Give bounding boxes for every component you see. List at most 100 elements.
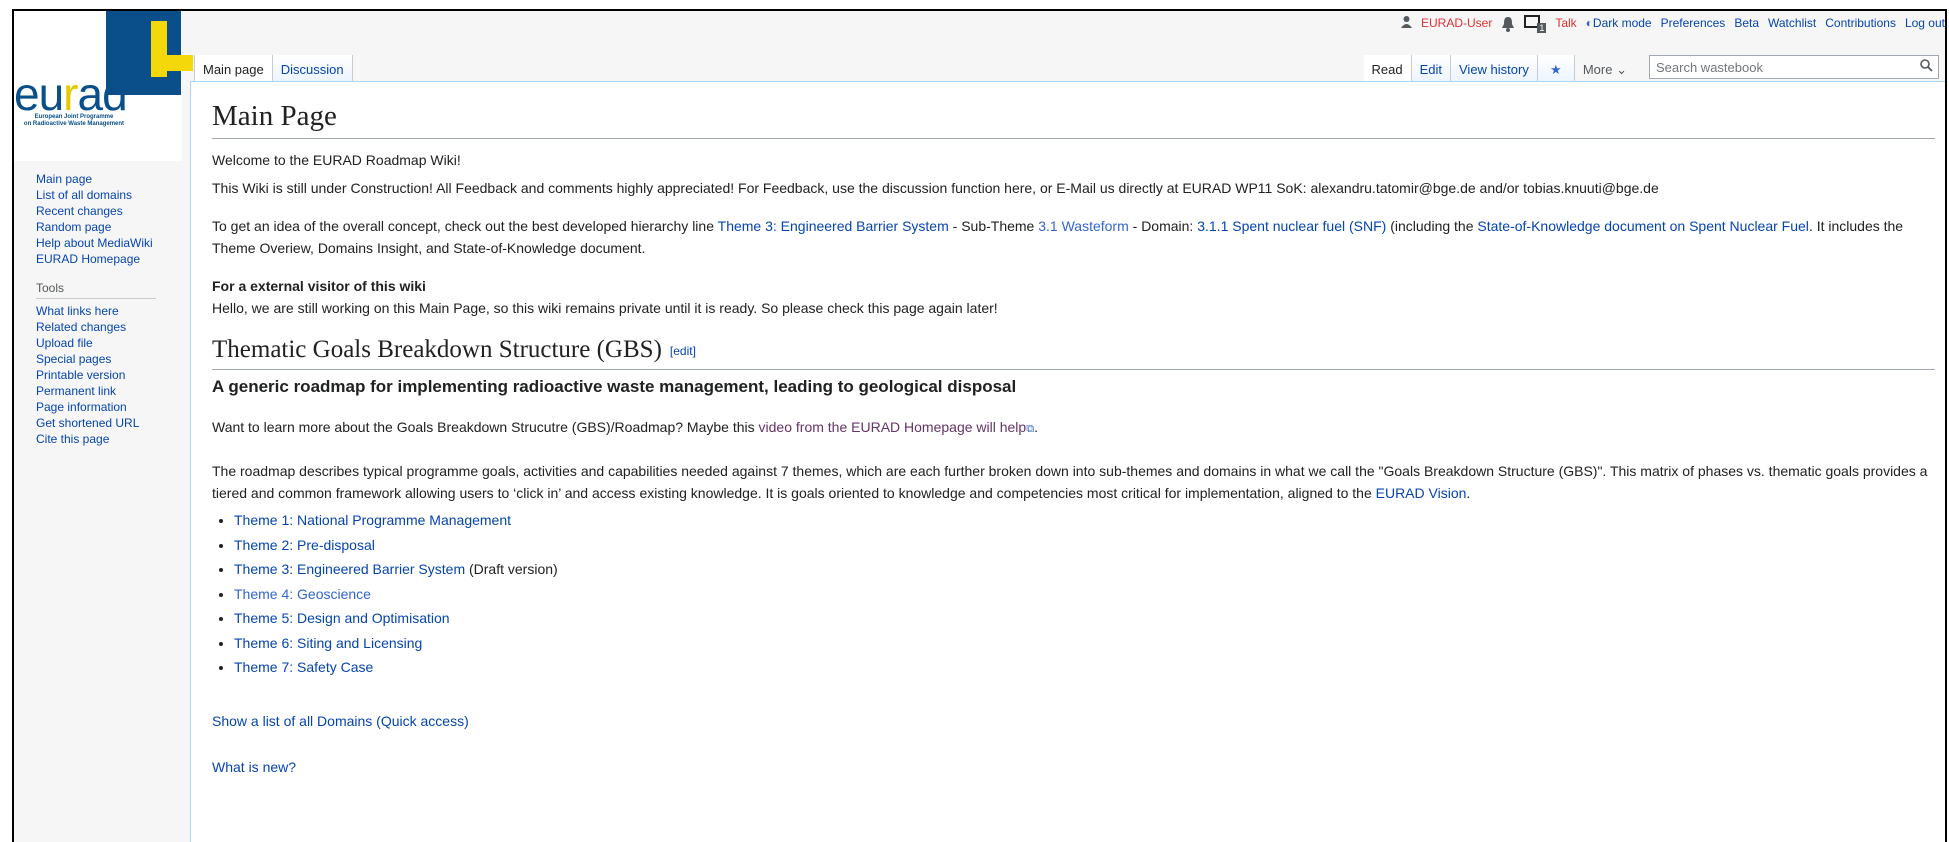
external-link-icon: ⧉ [1026, 423, 1035, 436]
sidebar-link-eurad-homepage[interactable]: EURAD Homepage [36, 252, 140, 266]
tab-view-history-label[interactable]: View history [1459, 62, 1529, 77]
theme-7-link[interactable]: Theme 7: Safety Case [234, 659, 373, 675]
tab-main-page[interactable]: Main page [194, 55, 273, 84]
eurad-vision-link[interactable]: EURAD Vision [1376, 485, 1467, 501]
sidebar-link-page-information[interactable]: Page information [36, 400, 127, 414]
more-menu-label: More [1582, 62, 1613, 77]
sidebar-item-recent-changes[interactable]: Recent changes [36, 203, 182, 219]
page-title: Main Page [212, 98, 1935, 139]
contributions-link[interactable]: Contributions [1825, 16, 1896, 30]
preferences-link[interactable]: Preferences [1661, 16, 1726, 30]
list-item: Theme 2: Pre-disposal [234, 533, 1935, 558]
sidebar-link-random-page[interactable]: Random page [36, 220, 111, 234]
user-page-link[interactable]: EURAD-User [1421, 16, 1492, 30]
search-icon[interactable] [1920, 59, 1933, 75]
sidebar-link-special-pages[interactable]: Special pages [36, 352, 111, 366]
tab-edit-label[interactable]: Edit [1420, 62, 1442, 77]
notification-bell-icon[interactable] [1501, 16, 1515, 32]
main-content: Main Page Welcome to the EURAD Roadmap W… [190, 81, 1945, 842]
dark-mode-link[interactable]: Dark mode [1593, 16, 1652, 30]
talk-link[interactable]: Talk [1555, 16, 1576, 30]
browser-frame: eurad European Joint Programme on Radioac… [12, 9, 1947, 842]
sidebar-link-upload-file[interactable]: Upload file [36, 336, 93, 350]
beta-link[interactable]: Beta [1734, 16, 1759, 30]
welcome-text: Welcome to the EURAD Roadmap Wiki! [212, 152, 461, 168]
sidebar-link-help[interactable]: Help about MediaWiki [36, 236, 153, 250]
video-external-link[interactable]: video from the EURAD Homepage will help [759, 419, 1027, 435]
dark-mode-toggle[interactable]: ◐Dark mode [1586, 16, 1652, 30]
tab-discussion-label[interactable]: Discussion [281, 62, 344, 77]
quick-access-paragraph: Show a list of all Domains (Quick access… [212, 710, 1935, 732]
sidebar-link-get-shortened-url[interactable]: Get shortened URL [36, 416, 139, 430]
sidebar-link-recent-changes[interactable]: Recent changes [36, 204, 123, 218]
list-item: Theme 1: National Programme Management [234, 508, 1935, 533]
learn-more-paragraph: Want to learn more about the Goals Break… [212, 419, 1038, 436]
sidebar-item-printable-version[interactable]: Printable version [36, 367, 182, 383]
wasteform-link[interactable]: 3.1 Wasteform [1038, 218, 1129, 234]
theme-1-link[interactable]: Theme 1: National Programme Management [234, 512, 511, 528]
sidebar-item-upload-file[interactable]: Upload file [36, 335, 182, 351]
theme-5-link[interactable]: Theme 5: Design and Optimisation [234, 610, 450, 626]
construction-notice: This Wiki is still under Construction! A… [212, 180, 1659, 196]
concept-paragraph: To get an idea of the overall concept, c… [212, 218, 1904, 256]
themes-list: Theme 1: National Programme Management T… [212, 508, 1935, 680]
logout-link[interactable]: Log out [1905, 16, 1945, 30]
list-item: Theme 6: Siting and Licensing [234, 631, 1935, 656]
sidebar-link-what-links-here[interactable]: What links here [36, 304, 119, 318]
gbs-subheading: A generic roadmap for implementing radio… [212, 377, 1017, 397]
sidebar-item-main-page[interactable]: Main page [36, 171, 182, 187]
sidebar-item-help[interactable]: Help about MediaWiki [36, 235, 182, 251]
sidebar-item-get-shortened-url[interactable]: Get shortened URL [36, 415, 182, 431]
dark-mode-icon: ◐ [1585, 16, 1593, 30]
sidebar-navigation: Main page List of all domains Recent cha… [14, 171, 182, 267]
sidebar-link-main-page[interactable]: Main page [36, 172, 92, 186]
sidebar-link-related-changes[interactable]: Related changes [36, 320, 126, 334]
theme-6-link[interactable]: Theme 6: Siting and Licensing [234, 635, 422, 651]
all-domains-quick-access-link[interactable]: Show a list of all Domains (Quick access… [212, 713, 469, 729]
sidebar-item-list-of-all-domains[interactable]: List of all domains [36, 187, 182, 203]
theme-4-link[interactable]: Theme 4: Geoscience [234, 586, 371, 602]
list-item: Theme 5: Design and Optimisation [234, 606, 1935, 631]
sidebar-item-page-information[interactable]: Page information [36, 399, 182, 415]
list-item: Theme 7: Safety Case [234, 655, 1935, 680]
logo-wordmark: eurad [14, 68, 128, 120]
gbs-section-heading: Thematic Goals Breakdown Structure (GBS)… [212, 335, 1935, 371]
edit-section-link[interactable]: [edit] [670, 344, 696, 358]
sidebar-item-random-page[interactable]: Random page [36, 219, 182, 235]
sidebar-item-related-changes[interactable]: Related changes [36, 319, 182, 335]
logo-subtitle: European Joint Programme on Radioactive W… [23, 114, 125, 127]
sok-snf-link[interactable]: State-of-Knowledge document on Spent Nuc… [1477, 218, 1809, 234]
watchlist-link[interactable]: Watchlist [1768, 16, 1816, 30]
list-item: Theme 4: Geoscience [234, 582, 1935, 607]
what-new-paragraph: What is new? [212, 756, 1935, 778]
site-logo[interactable]: eurad European Joint Programme on Radioac… [14, 11, 193, 161]
notices-icon[interactable]: 1 [1524, 15, 1547, 33]
theme-2-link[interactable]: Theme 2: Pre-disposal [234, 537, 375, 553]
sidebar-item-permanent-link[interactable]: Permanent link [36, 383, 182, 399]
sidebar: Main page List of all domains Recent cha… [14, 161, 182, 447]
user-icon [1400, 15, 1412, 31]
theme-3-link[interactable]: Theme 3: Engineered Barrier System [234, 561, 465, 577]
list-item: Theme 3: Engineered Barrier System (Draf… [234, 557, 1935, 582]
sidebar-tools: What links here Related changes Upload f… [14, 303, 182, 447]
what-is-new-link[interactable]: What is new? [212, 759, 296, 775]
chevron-down-icon: ⌄ [1616, 62, 1627, 77]
theme3-link[interactable]: Theme 3: Engineered Barrier System [718, 218, 949, 234]
search-placeholder: Search wastebook [1656, 60, 1763, 75]
sidebar-item-what-links-here[interactable]: What links here [36, 303, 182, 319]
tab-discussion[interactable]: Discussion [272, 55, 353, 84]
search-input[interactable]: Search wastebook [1649, 55, 1939, 79]
roadmap-paragraph: The roadmap describes typical programme … [212, 463, 1928, 502]
sidebar-link-printable-version[interactable]: Printable version [36, 368, 125, 382]
notices-count-badge: 1 [1537, 23, 1547, 33]
sidebar-item-special-pages[interactable]: Special pages [36, 351, 182, 367]
sidebar-link-list-of-all-domains[interactable]: List of all domains [36, 188, 132, 202]
snf-domain-link[interactable]: 3.1.1 Spent nuclear fuel (SNF) [1197, 218, 1386, 234]
sidebar-link-cite-this-page[interactable]: Cite this page [36, 432, 109, 446]
visitor-heading: For a external visitor of this wiki [212, 278, 426, 294]
sidebar-tools-heading: Tools [36, 281, 156, 299]
sidebar-item-cite-this-page[interactable]: Cite this page [36, 431, 182, 447]
sidebar-item-eurad-homepage[interactable]: EURAD Homepage [36, 251, 182, 267]
sidebar-link-permanent-link[interactable]: Permanent link [36, 384, 116, 398]
personal-tools: EURAD-User 1 Talk ◐Dark mode Preferences… [1400, 15, 1945, 33]
